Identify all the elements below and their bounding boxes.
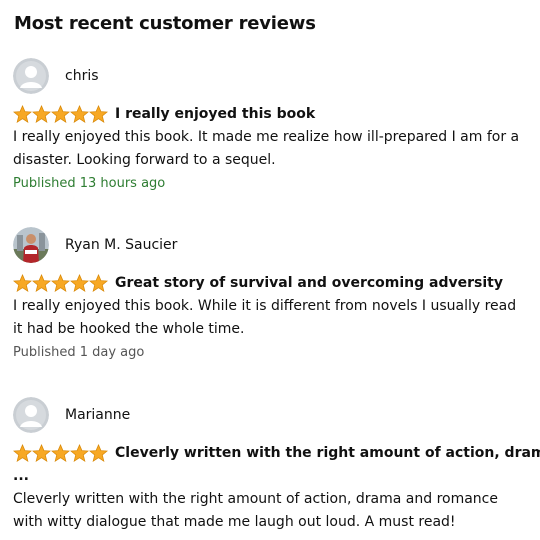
star-icon [70,273,89,292]
review-author[interactable]: Ryan M. Saucier [13,227,533,263]
star-icon [13,273,32,292]
review-body-line: disaster. Looking forward to a sequel. [13,152,276,168]
review-body: ... Cleverly written with the right amou… [13,465,533,534]
review-item: Marianne Cleverly written with the right… [13,397,540,534]
published-date: Published 1 day ago [13,345,145,360]
review-title[interactable]: I really enjoyed this book [115,106,315,122]
star-icon [70,104,89,123]
star-icon [51,273,70,292]
review-body-line: with witty dialogue that made me laugh o… [13,514,456,530]
review-title[interactable]: Great story of survival and overcoming a… [115,275,503,291]
star-icon [13,104,32,123]
default-avatar-icon [13,58,49,94]
review-body-line: Cleverly written with the right amount o… [13,491,498,507]
author-name[interactable]: Marianne [65,407,130,423]
review-author[interactable]: chris [13,58,533,94]
star-icon [89,273,108,292]
author-name[interactable]: chris [65,68,99,84]
review-body: I really enjoyed this book. It made me r… [13,126,533,172]
reviews-panel: Most recent customer reviews chris I rea… [0,0,540,540]
section-heading: Most recent customer reviews [14,13,316,34]
review-author[interactable]: Marianne [13,397,533,433]
star-icon [32,443,51,462]
star-rating [13,273,108,293]
star-rating [13,104,108,124]
author-name[interactable]: Ryan M. Saucier [65,237,177,253]
star-icon [89,443,108,462]
review-body-line: I really enjoyed this book. While it is … [13,298,517,314]
star-icon [32,273,51,292]
review-title-continuation: ... [13,468,29,484]
star-icon [51,443,70,462]
review-title[interactable]: Cleverly written with the right amount o… [115,445,540,461]
star-icon [51,104,70,123]
published-date: Published 13 hours ago [13,176,166,191]
review-item: Ryan M. Saucier Great story of survival … [13,227,533,363]
star-icon [32,104,51,123]
review-body: I really enjoyed this book. While it is … [13,295,533,341]
review-body-line: I really enjoyed this book. It made me r… [13,129,520,145]
photo-avatar-icon [13,227,49,263]
default-avatar-icon [13,397,49,433]
star-rating [13,443,108,463]
star-icon [13,443,32,462]
review-item: chris I really enjoyed this book I reall… [13,58,533,194]
star-icon [70,443,89,462]
star-icon [89,104,108,123]
review-body-line: it had be hooked the whole time. [13,321,245,337]
